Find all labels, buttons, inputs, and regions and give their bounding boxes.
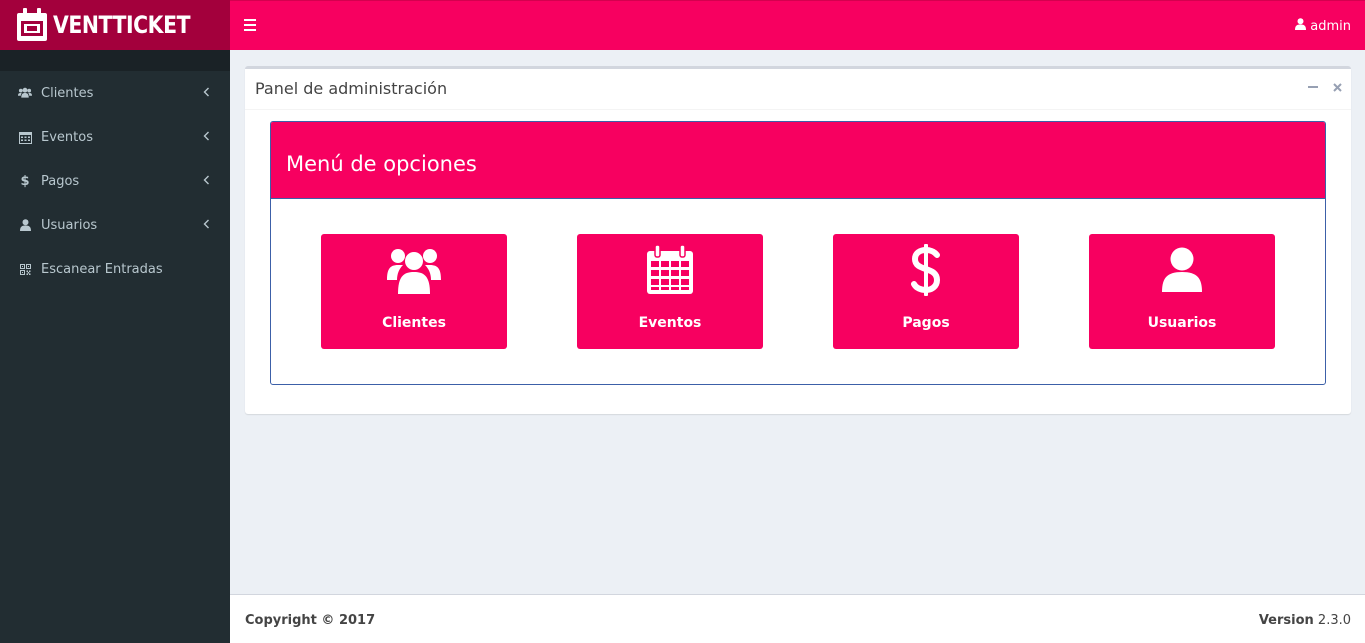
options-menu-title: Menú de opciones [286,152,477,176]
tile-label: Pagos [902,315,950,331]
box-tools [1307,81,1343,93]
qrcode-icon [18,262,32,276]
chevron-left-icon [203,175,209,185]
sidebar-item-usuarios[interactable]: Usuarios [0,203,230,247]
tile-label: Eventos [638,315,702,331]
sidebar-item-label: Clientes [41,85,94,101]
admin-panel-box: Panel de administración Menú de opciones [245,66,1351,414]
ticket-icon [15,7,49,43]
options-menu-box: Menú de opciones Clientes Eventos Pagos … [270,121,1326,385]
sidebar-item-pagos[interactable]: $ Pagos [0,159,230,203]
tile-pagos[interactable]: Pagos [833,234,1019,349]
sidebar-item-label: Usuarios [41,217,98,233]
sidebar-item-eventos[interactable]: Eventos [0,115,230,159]
version-label: Version [1258,613,1314,628]
chevron-left-icon [203,131,209,141]
logo[interactable]: VENTTICKET [0,0,230,50]
version-number: 2.3.0 [1317,613,1351,628]
user-menu[interactable]: admin [1295,18,1351,34]
user-icon [1089,244,1275,296]
minimize-icon[interactable] [1307,81,1319,93]
chevron-left-icon [203,87,209,97]
logo-text: VENTTICKET [53,11,191,39]
copyright-text: Copyright © 2017 [245,613,376,628]
sidebar: Clientes Eventos $ Pagos Usuarios Escane… [0,50,230,643]
panel-title: Panel de administración [255,79,448,98]
dollar-icon [833,244,1019,296]
version-info: Version 2.3.0 [1259,613,1351,628]
user-name: admin [1310,18,1351,34]
user-icon [18,218,32,232]
users-icon [18,86,32,100]
top-navbar: admin [230,0,1365,50]
sidebar-item-label: Pagos [41,173,80,189]
options-menu-header: Menú de opciones [271,122,1325,199]
tile-eventos[interactable]: Eventos [577,234,763,349]
sidebar-item-escanear-entradas[interactable]: Escanear Entradas [0,247,230,291]
users-icon [321,244,507,296]
sidebar-user-panel [0,50,230,71]
tile-usuarios[interactable]: Usuarios [1089,234,1275,349]
sidebar-toggle-icon[interactable] [244,19,256,33]
footer: Copyright © 2017 Version 2.3.0 [230,594,1365,643]
chevron-left-icon [203,219,209,229]
options-tiles: Clientes Eventos Pagos Usuarios [271,199,1325,384]
dollar-icon: $ [20,173,30,189]
calendar-icon [577,244,763,296]
sidebar-item-label: Eventos [41,129,93,145]
user-icon [1295,18,1307,34]
close-icon[interactable] [1331,81,1343,93]
calendar-icon [18,130,32,144]
content-wrapper: Panel de administración Menú de opciones [230,50,1365,594]
tile-clientes[interactable]: Clientes [321,234,507,349]
sidebar-item-label: Escanear Entradas [41,261,163,277]
box-header: Panel de administración [245,69,1351,110]
tile-label: Usuarios [1147,315,1217,331]
sidebar-item-clientes[interactable]: Clientes [0,71,230,115]
tile-label: Clientes [382,315,446,331]
